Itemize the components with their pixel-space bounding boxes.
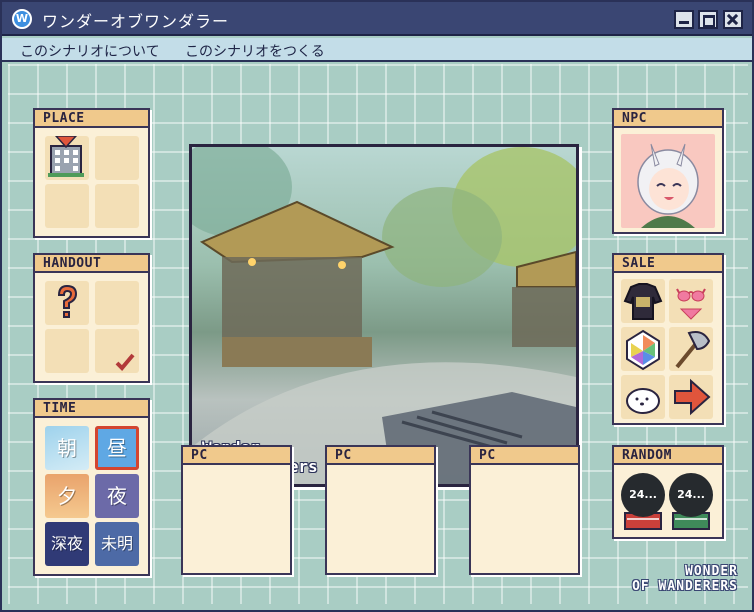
time-evening-button[interactable]: 夕 [45,474,89,518]
pc-panel-title: PC [471,447,578,465]
right-arrow-icon[interactable] [669,375,713,419]
random-panel-title: RANDOM [614,447,722,465]
time-morning-button[interactable]: 朝 [45,426,89,470]
bikini-icon[interactable] [669,279,713,323]
handout-slot[interactable] [95,281,139,325]
place-panel: PLACE [33,108,150,238]
white-dog-icon[interactable] [621,375,665,419]
sale-slot[interactable] [621,327,665,371]
time-panel-title: TIME [35,400,148,418]
prism-card-icon[interactable] [621,327,665,371]
handout-slot[interactable] [45,281,89,325]
question-mark-icon[interactable] [45,281,89,325]
place-slot[interactable] [45,184,89,228]
sale-slot[interactable] [669,279,713,323]
menu-about-scenario[interactable]: このシナリオについて [20,41,160,61]
board-area: PLACE HANDOUT TIME 朝 昼 夕 夜 深夜 未明 PC PC P… [8,64,748,604]
sale-slot[interactable] [621,375,665,419]
time-noon-button[interactable]: 昼 [95,426,139,470]
brand-line1: WONDER [685,564,738,579]
sale-panel: SALE [612,253,724,425]
window-title: ワンダーオブワンダラー [42,12,230,31]
handout-panel-title: HANDOUT [35,255,148,273]
npc-portrait[interactable] [621,134,715,228]
pc-panel-1[interactable]: PC [181,445,292,575]
close-button[interactable] [723,10,743,29]
npc-character-avatar [637,143,699,228]
app-window: W ワンダーオブワンダラー このシナリオについて このシナリオをつくる PLAC… [0,0,754,612]
place-panel-title: PLACE [35,110,148,128]
sale-slot[interactable] [669,327,713,371]
brand-logo: WONDER OF WANDERERS [632,564,738,594]
battle-axe-icon[interactable] [669,327,713,371]
time-night-button[interactable]: 夜 [95,474,139,518]
place-slot[interactable] [95,184,139,228]
app-logo-icon: W [12,9,32,29]
random-result-2: 24... [669,473,713,517]
minimize-button[interactable] [674,10,694,29]
pc-panel-title: PC [183,447,290,465]
npc-panel-title: NPC [614,110,722,128]
random-deck-green[interactable]: 24... [669,473,713,533]
random-result-1: 24... [621,473,665,517]
pc-panel-title: PC [327,447,434,465]
handout-slot[interactable] [45,329,89,373]
maximize-button[interactable] [698,10,718,29]
menu-create-scenario[interactable]: このシナリオをつくる [185,41,325,61]
sweater-icon[interactable] [621,279,665,323]
handout-panel: HANDOUT [33,253,150,383]
market-scene-illustration [192,147,576,484]
sale-slot[interactable] [621,279,665,323]
sale-panel-title: SALE [614,255,722,273]
time-panel: TIME 朝 昼 夕 夜 深夜 未明 [33,398,150,576]
place-slot[interactable] [95,136,139,180]
title-bar[interactable]: W ワンダーオブワンダラー [2,2,752,36]
time-late-night-button[interactable]: 深夜 [45,522,89,566]
sale-slot[interactable] [669,375,713,419]
pc-panel-3[interactable]: PC [469,445,580,575]
pc-panel-2[interactable]: PC [325,445,436,575]
checkmark-icon [115,353,135,371]
time-predawn-button[interactable]: 未明 [95,522,139,566]
scene-image[interactable]: Wonder of Wanderers [189,144,579,487]
building-icon[interactable] [45,135,89,180]
place-slot[interactable] [45,135,89,180]
brand-line2: OF WANDERERS [632,579,738,594]
random-panel: RANDOM 24... 24... [612,445,724,539]
handout-slot[interactable] [95,329,139,373]
menu-bar: このシナリオについて このシナリオをつくる [2,38,752,62]
npc-panel: NPC [612,108,724,234]
random-deck-red[interactable]: 24... [621,473,665,533]
